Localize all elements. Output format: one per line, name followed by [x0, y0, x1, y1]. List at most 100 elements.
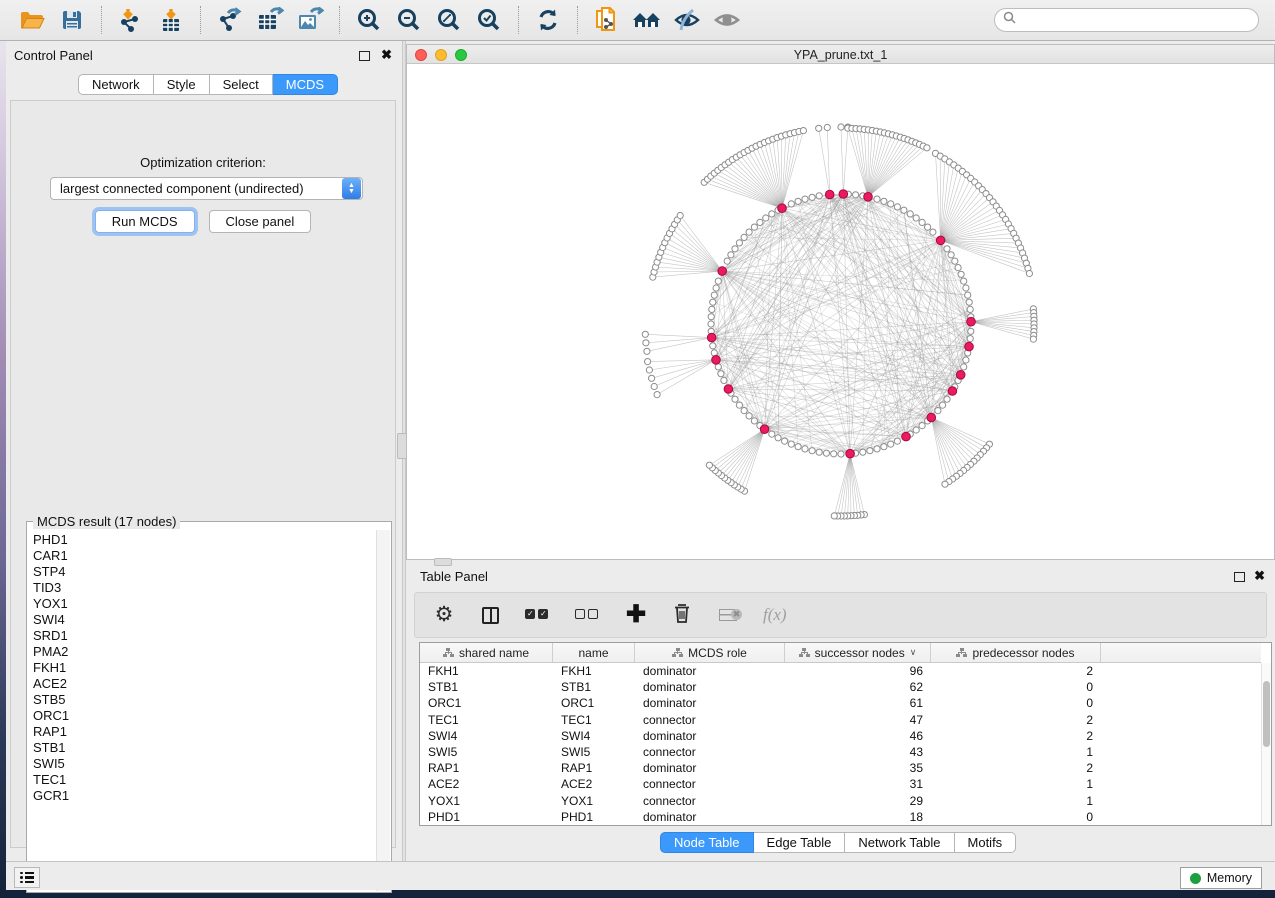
delete-button[interactable]: [671, 600, 693, 630]
home-button[interactable]: [627, 3, 667, 37]
close-panel-icon[interactable]: ✖: [381, 47, 392, 63]
table-row[interactable]: YOX1YOX1connector291: [420, 793, 1261, 809]
delete-table-button[interactable]: [717, 600, 739, 630]
show-details-button[interactable]: [707, 3, 747, 37]
table-tab-edge-table[interactable]: Edge Table: [754, 832, 846, 853]
result-node-item[interactable]: STB5: [33, 692, 376, 708]
table-row[interactable]: RAP1RAP1dominator352: [420, 760, 1261, 776]
result-node-item[interactable]: SWI5: [33, 756, 376, 772]
export-image-button[interactable]: [290, 3, 330, 37]
save-disk-icon: [61, 9, 83, 31]
open-file-button[interactable]: [12, 3, 52, 37]
toolbar-separator: [518, 6, 519, 34]
table-settings-button[interactable]: ⚙: [433, 600, 455, 630]
table-row[interactable]: ORC1ORC1dominator610: [420, 695, 1261, 711]
refresh-button[interactable]: [528, 3, 568, 37]
column-header-name[interactable]: name: [553, 643, 635, 662]
tab-network[interactable]: Network: [78, 74, 154, 95]
cell-shared_name: ORC1: [420, 696, 553, 710]
control-panel-header: Control Panel ✖: [6, 46, 402, 66]
hide-details-button[interactable]: [667, 3, 707, 37]
float-panel-icon[interactable]: [359, 51, 370, 61]
import-network-button[interactable]: [111, 3, 151, 37]
zoom-fit-button[interactable]: [429, 3, 469, 37]
result-node-item[interactable]: SRD1: [33, 628, 376, 644]
result-scrollbar[interactable]: [376, 530, 390, 891]
network-canvas[interactable]: [407, 64, 1274, 559]
table-row[interactable]: PHD1PHD1dominator180: [420, 809, 1261, 825]
close-table-panel-icon[interactable]: ✖: [1254, 568, 1265, 584]
float-table-panel-icon[interactable]: [1234, 572, 1245, 582]
result-node-item[interactable]: GCR1: [33, 788, 376, 804]
network-titlebar[interactable]: YPA_prune.txt_1: [407, 45, 1274, 64]
cell-role: connector: [635, 777, 785, 791]
mcds-result-list[interactable]: PHD1CAR1STP4TID3YOX1SWI4SRD1PMA2FKH1ACE2…: [28, 530, 376, 891]
memory-label: Memory: [1207, 871, 1252, 885]
cell-predecessors: 1: [931, 794, 1101, 808]
tab-select[interactable]: Select: [210, 74, 273, 95]
result-node-item[interactable]: TEC1: [33, 772, 376, 788]
zoom-selected-button[interactable]: [469, 3, 509, 37]
zoom-in-button[interactable]: [349, 3, 389, 37]
export-group: [206, 0, 334, 40]
export-table-button[interactable]: [250, 3, 290, 37]
zoom-out-button[interactable]: [389, 3, 429, 37]
cell-shared_name: RAP1: [420, 761, 553, 775]
table-row[interactable]: STB1STB1dominator620: [420, 679, 1261, 695]
column-header-predecessor-nodes[interactable]: predecessor nodes: [931, 643, 1101, 662]
column-header-shared-name[interactable]: shared name: [420, 643, 553, 662]
table-row[interactable]: SWI5SWI5connector431: [420, 744, 1261, 760]
task-history-button[interactable]: [14, 867, 40, 888]
show-columns-button[interactable]: [479, 600, 501, 630]
unselect-all-button[interactable]: [575, 600, 601, 630]
tab-mcds[interactable]: MCDS: [273, 74, 338, 95]
result-node-item[interactable]: STP4: [33, 564, 376, 580]
criterion-select[interactable]: largest connected component (undirected)…: [50, 177, 363, 200]
table-header-row: shared namenameMCDS rolesuccessor nodes∨…: [420, 643, 1261, 663]
result-node-item[interactable]: ACE2: [33, 676, 376, 692]
cell-role: connector: [635, 794, 785, 808]
result-node-item[interactable]: FKH1: [33, 660, 376, 676]
result-node-item[interactable]: SWI4: [33, 612, 376, 628]
select-stepper-icon: ▲▼: [342, 178, 361, 199]
table-tab-motifs[interactable]: Motifs: [955, 832, 1017, 853]
import-table-button[interactable]: [151, 3, 191, 37]
toolbar-search[interactable]: [994, 8, 1259, 32]
cell-role: dominator: [635, 664, 785, 678]
save-button[interactable]: [52, 3, 92, 37]
result-node-item[interactable]: YOX1: [33, 596, 376, 612]
result-node-item[interactable]: TID3: [33, 580, 376, 596]
export-network-icon: [216, 7, 244, 33]
table-row[interactable]: FKH1FKH1dominator962: [420, 663, 1261, 679]
column-header-successor-nodes[interactable]: successor nodes∨: [785, 643, 931, 662]
table-tab-node-table[interactable]: Node Table: [660, 832, 754, 853]
copy-network-button[interactable]: [587, 3, 627, 37]
cell-name: YOX1: [553, 794, 635, 808]
add-row-button[interactable]: ✚: [625, 600, 647, 630]
table-row[interactable]: TEC1TEC1connector472: [420, 712, 1261, 728]
cell-role: dominator: [635, 729, 785, 743]
result-node-item[interactable]: RAP1: [33, 724, 376, 740]
table-row[interactable]: SWI4SWI4dominator462: [420, 728, 1261, 744]
search-input[interactable]: [1022, 13, 1250, 27]
function-icon: f(x): [763, 605, 787, 625]
result-node-item[interactable]: ORC1: [33, 708, 376, 724]
result-node-item[interactable]: PHD1: [33, 532, 376, 548]
table-scrollbar[interactable]: [1261, 663, 1271, 825]
result-node-item[interactable]: STB1: [33, 740, 376, 756]
close-panel-button[interactable]: Close panel: [209, 210, 312, 233]
scrollbar-thumb[interactable]: [1263, 681, 1270, 747]
table-row[interactable]: ACE2ACE2connector311: [420, 776, 1261, 792]
cell-successors: 96: [785, 664, 931, 678]
tab-style[interactable]: Style: [154, 74, 210, 95]
function-builder-button[interactable]: f(x): [763, 600, 787, 630]
select-all-button[interactable]: [525, 600, 551, 630]
memory-button[interactable]: Memory: [1180, 867, 1262, 889]
trash-icon: [673, 603, 691, 628]
column-header-MCDS-role[interactable]: MCDS role: [635, 643, 785, 662]
result-node-item[interactable]: CAR1: [33, 548, 376, 564]
table-tab-network-table[interactable]: Network Table: [845, 832, 954, 853]
run-mcds-button[interactable]: Run MCDS: [95, 210, 195, 233]
result-node-item[interactable]: PMA2: [33, 644, 376, 660]
export-network-button[interactable]: [210, 3, 250, 37]
